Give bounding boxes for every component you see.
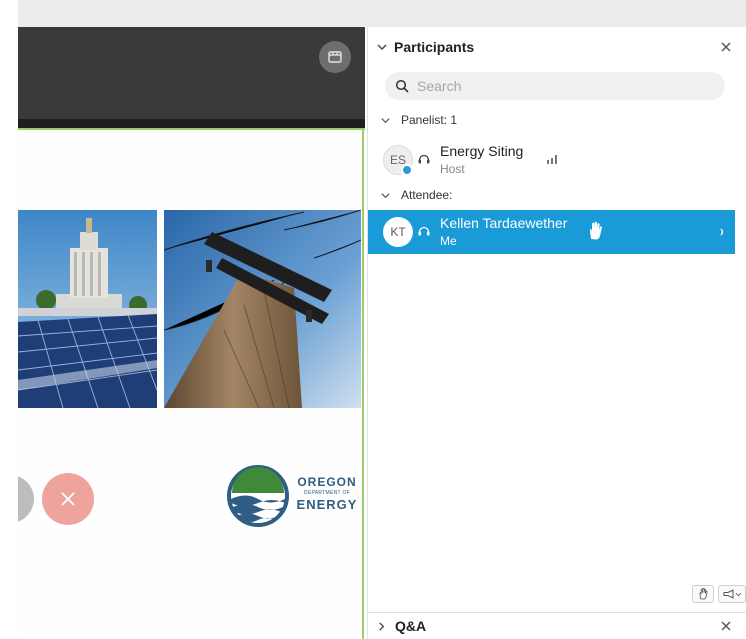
chevron-down-icon: [381, 117, 390, 123]
qa-title: Q&A: [395, 618, 427, 634]
participants-panel: Participants Panelist: 1 ES: [367, 27, 746, 639]
title-bar: [18, 0, 746, 27]
participant-row-kellen-tardaewether[interactable]: KT Kellen Tardaewether Me: [368, 210, 735, 254]
presentation-stage: OREGON DEPARTMENT OF ENERGY: [18, 27, 365, 639]
headset-icon: [418, 154, 430, 164]
search-input[interactable]: [417, 78, 707, 94]
end-call-icon: [61, 492, 75, 506]
close-icon[interactable]: [719, 619, 733, 633]
participant-role: Host: [440, 162, 465, 176]
participant-name: Energy Siting: [440, 143, 524, 159]
utility-pole-photo: [164, 210, 361, 408]
close-icon[interactable]: [719, 40, 733, 54]
chevron-down-icon: [381, 192, 390, 198]
chevron-right-icon: [379, 621, 385, 631]
panelist-group-label: Panelist: 1: [401, 113, 458, 127]
participant-role: Me: [440, 234, 457, 248]
logo-line-oregon: OREGON: [297, 475, 357, 489]
search-icon: [395, 79, 409, 93]
chevron-down-icon[interactable]: [376, 41, 388, 53]
capitol-solar-photo: [18, 210, 157, 408]
participants-header: Participants: [368, 27, 746, 67]
share-border-right: [362, 128, 364, 639]
volume-icon: [720, 228, 724, 236]
logo-line-energy: ENERGY: [296, 497, 358, 512]
logo-line-department: DEPARTMENT OF: [303, 490, 351, 496]
layout-button[interactable]: [319, 41, 351, 73]
reactions-menu-button[interactable]: [718, 585, 746, 603]
panel-tools: [692, 585, 746, 603]
qa-panel-header[interactable]: Q&A: [368, 612, 746, 639]
stage-header: [18, 27, 365, 119]
chevron-down-icon: [735, 592, 741, 596]
avatar: KT: [383, 217, 413, 247]
participants-title: Participants: [394, 39, 475, 55]
raised-hand-icon[interactable]: [587, 221, 603, 241]
attendee-group-toggle[interactable]: Attendee:: [380, 188, 452, 202]
signal-bars-icon: [547, 155, 557, 164]
megaphone-icon: [723, 589, 733, 599]
layout-icon: [328, 51, 342, 63]
headset-icon: [418, 226, 430, 236]
stage-band: [18, 119, 365, 128]
avatar: ES: [383, 145, 413, 176]
participant-name: Kellen Tardaewether: [440, 215, 568, 231]
end-call-button[interactable]: [42, 473, 94, 525]
hand-icon: [699, 588, 708, 600]
oregon-energy-logo: OREGON DEPARTMENT OF ENERGY: [226, 465, 358, 527]
participant-row-energy-siting[interactable]: ES Energy Siting Host: [368, 138, 735, 182]
webex-meeting-window: OREGON DEPARTMENT OF ENERGY Participants: [0, 0, 746, 639]
logo-wordmark: OREGON DEPARTMENT OF ENERGY: [296, 475, 358, 512]
avatar-initials: KT: [390, 225, 406, 239]
panelist-group-toggle[interactable]: Panelist: 1: [380, 113, 457, 127]
presence-icon: [401, 164, 413, 176]
lower-hand-button[interactable]: [692, 585, 714, 603]
attendee-group-label: Attendee:: [401, 188, 453, 202]
participant-search: [385, 72, 725, 100]
